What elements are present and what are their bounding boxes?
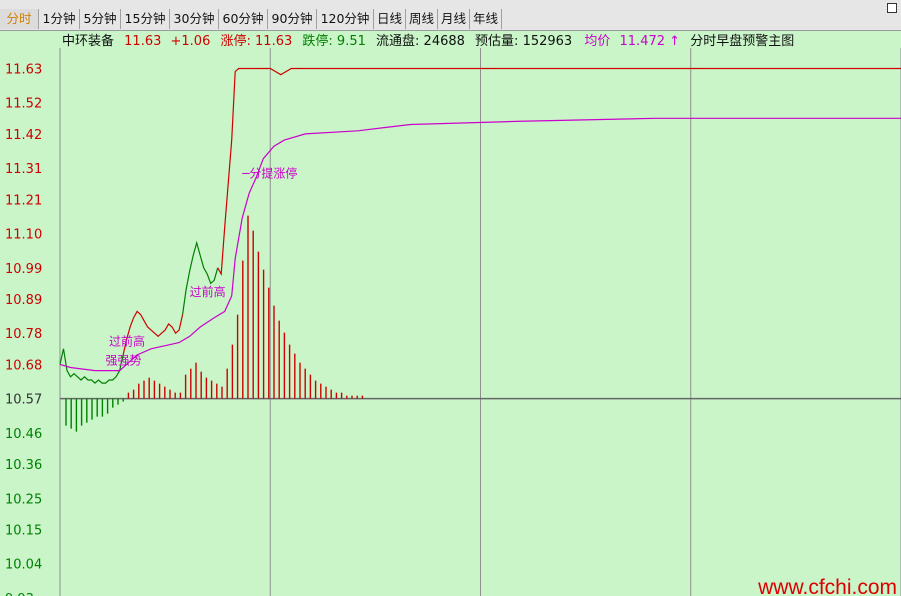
tab-8[interactable]: 日线 xyxy=(374,9,406,29)
signal-annotation: ─分提涨停 xyxy=(241,165,297,180)
window-square-icon[interactable] xyxy=(887,3,897,13)
signal-annotation: 过前高 xyxy=(109,334,145,349)
tab-11[interactable]: 年线 xyxy=(470,9,502,29)
tab-6[interactable]: 90分钟 xyxy=(268,9,317,29)
tab-7[interactable]: 120分钟 xyxy=(317,9,374,29)
y-tick-label: 10.89 xyxy=(5,293,42,308)
watermark: www.cfchi.com xyxy=(757,576,897,596)
y-tick-label: 10.99 xyxy=(5,262,42,277)
limit-down-label: 跌停: xyxy=(302,33,332,49)
y-tick-label: 11.21 xyxy=(5,193,42,208)
tab-9[interactable]: 周线 xyxy=(406,9,438,29)
y-tick-label: 10.25 xyxy=(5,492,42,507)
stock-name: 中环装备 xyxy=(62,33,114,49)
chart-background xyxy=(0,31,901,596)
y-tick-label: 11.42 xyxy=(5,128,42,143)
limit-down-value: 9.51 xyxy=(337,34,366,49)
float-label: 流通盘: xyxy=(376,33,419,49)
up-arrow-icon: ↑ xyxy=(669,34,680,49)
period-tab-bar: 分时 1分钟 5分钟 15分钟 30分钟 60分钟 90分钟 120分钟 日线 周线 月线 年线 xyxy=(0,0,901,31)
limit-up-value: 11.63 xyxy=(255,34,292,49)
avg-price-label: 均价 xyxy=(584,34,610,49)
intraday-chart: 11.63 11.52 11.42 11.31 11.21 11.10 10.99 10.89… xyxy=(0,31,901,596)
avg-price-value: 11.472 xyxy=(620,34,666,49)
y-tick-label: 10.04 xyxy=(5,558,42,573)
y-tick-label: 10.46 xyxy=(5,427,42,442)
y-tick-label: 10.68 xyxy=(5,358,42,373)
last-price: 11.63 xyxy=(124,34,161,49)
tab-10[interactable]: 月线 xyxy=(438,9,470,29)
signal-annotation: 过前高 xyxy=(190,284,226,299)
y-tick-label: 10.36 xyxy=(5,458,42,473)
y-tick-label: 10.57 xyxy=(5,393,42,408)
float-value: 24688 xyxy=(424,34,465,49)
y-tick-label: 11.10 xyxy=(5,228,42,243)
y-tick-label: 10.15 xyxy=(5,523,42,538)
tab-5[interactable]: 60分钟 xyxy=(219,9,268,29)
y-tick-label: 10.78 xyxy=(5,327,42,342)
est-volume-label: 预估量: xyxy=(475,34,518,49)
y-tick-label: 11.31 xyxy=(5,162,42,177)
y-tick-label: 9.93 xyxy=(5,592,34,596)
tab-2[interactable]: 5分钟 xyxy=(80,9,121,29)
tab-1[interactable]: 1分钟 xyxy=(39,9,80,29)
limit-up-label: 涨停: xyxy=(221,33,251,49)
est-volume-value: 152963 xyxy=(523,34,573,49)
signal-annotation: 强强势 xyxy=(106,353,142,367)
price-change: +1.06 xyxy=(171,34,211,49)
tab-4[interactable]: 30分钟 xyxy=(170,9,219,29)
tab-0[interactable]: 分时 xyxy=(0,9,39,29)
y-tick-label: 11.52 xyxy=(5,97,42,112)
indicator-title: 分时早盘预警主图 xyxy=(690,33,794,49)
y-tick-label: 11.63 xyxy=(5,62,42,77)
tab-3[interactable]: 15分钟 xyxy=(121,9,170,29)
